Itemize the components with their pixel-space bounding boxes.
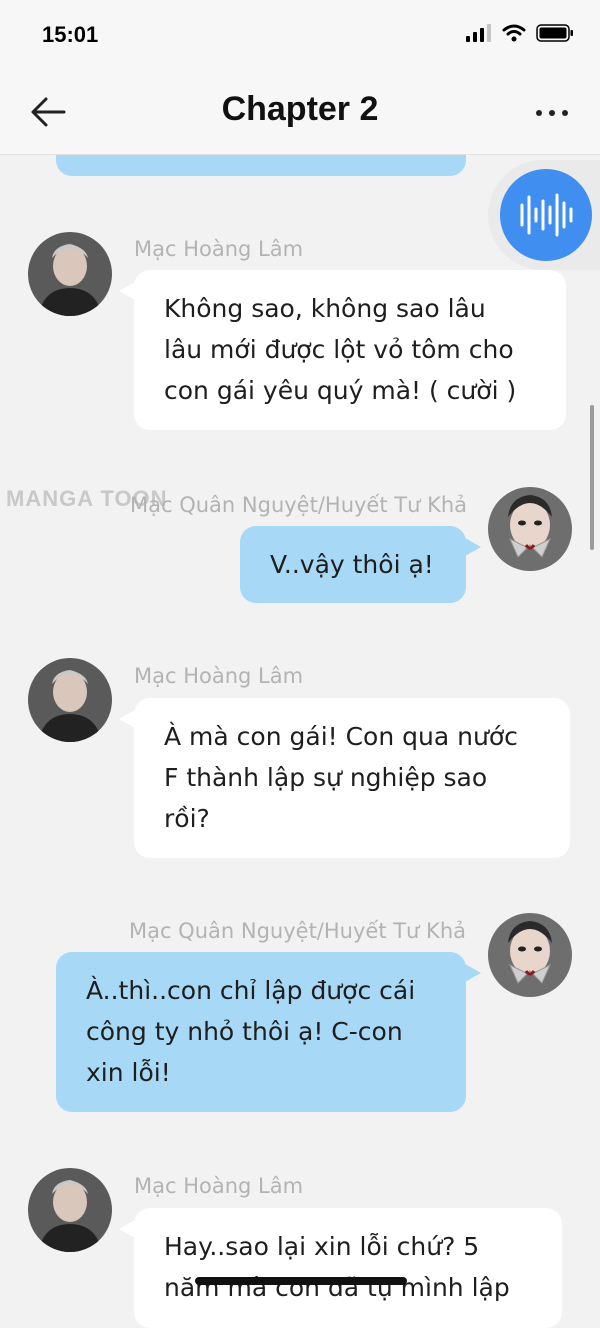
bubble-tail <box>465 538 481 556</box>
avatar-mac-hoang-lam[interactable] <box>28 658 112 742</box>
message-line: rồi? <box>164 804 210 833</box>
more-button[interactable] <box>534 98 570 128</box>
avatar-mac-hoang-lam[interactable] <box>28 1168 112 1252</box>
message-line: con gái yêu quý mà! ( cười ) <box>164 376 517 405</box>
message-line: năm mà con đã tự mình lập <box>164 1273 510 1302</box>
header: Chapter 2 <box>0 72 600 155</box>
chat-bubble-left: Hay..sao lại xin lỗi chứ? 5 năm mà con đ… <box>134 1208 562 1328</box>
message-line: lâu mới được lột vỏ tôm cho <box>164 335 514 364</box>
message-line: Hay..sao lại xin lỗi chứ? 5 <box>164 1232 480 1261</box>
bubble-tail <box>465 964 481 982</box>
bubble-tail <box>119 1220 135 1238</box>
bubble-tail <box>119 710 135 728</box>
sound-wave-icon <box>520 193 573 237</box>
battery-icon <box>536 24 574 46</box>
bubble-tail <box>119 282 135 300</box>
sender-name: Mạc Hoàng Lâm <box>134 237 304 261</box>
wifi-icon <box>502 24 526 46</box>
chat-bubble-right: V..vậy thôi ạ! <box>240 526 466 603</box>
status-icons <box>466 24 574 46</box>
voice-button[interactable] <box>500 169 592 261</box>
signal-icon <box>466 24 492 46</box>
page-title: Chapter 2 <box>221 90 379 128</box>
chat-bubble-left: À mà con gái! Con qua nước F thành lập s… <box>134 698 570 858</box>
message-line: Không sao, không sao lâu <box>164 294 486 323</box>
chat-bubble-right: À..thì..con chỉ lập được cái công ty nhỏ… <box>56 952 466 1112</box>
chat-bubble-left: Không sao, không sao lâu lâu mới được lộ… <box>134 270 566 430</box>
more-dots-icon <box>536 110 568 116</box>
message-line: công ty nhỏ thôi ạ! C-con <box>86 1017 403 1046</box>
sender-name: Mạc Quân Nguyệt/Huyết Tư Khả <box>130 493 468 517</box>
avatar-mac-hoang-lam[interactable] <box>28 232 112 316</box>
sender-name: Mạc Quân Nguyệt/Huyết Tư Khả <box>128 919 466 943</box>
message-line: V..vậy thôi ạ! <box>270 550 434 579</box>
sender-name: Mạc Hoàng Lâm <box>134 664 304 688</box>
status-bar: 15:01 <box>0 0 600 72</box>
message-line: F thành lập sự nghiệp sao <box>164 763 488 792</box>
voice-fab-container <box>488 160 600 270</box>
avatar-mac-quan-nguyet[interactable] <box>488 487 572 571</box>
avatar-mac-quan-nguyet[interactable] <box>488 913 572 997</box>
home-indicator[interactable] <box>195 1277 407 1285</box>
status-time: 15:01 <box>42 22 99 47</box>
message-line: À..thì..con chỉ lập được cái <box>86 976 416 1005</box>
message-line: À mà con gái! Con qua nước <box>164 722 518 751</box>
message-line: xin lỗi! <box>86 1058 171 1087</box>
scrollbar[interactable] <box>590 405 594 550</box>
sender-name: Mạc Hoàng Lâm <box>134 1174 304 1198</box>
